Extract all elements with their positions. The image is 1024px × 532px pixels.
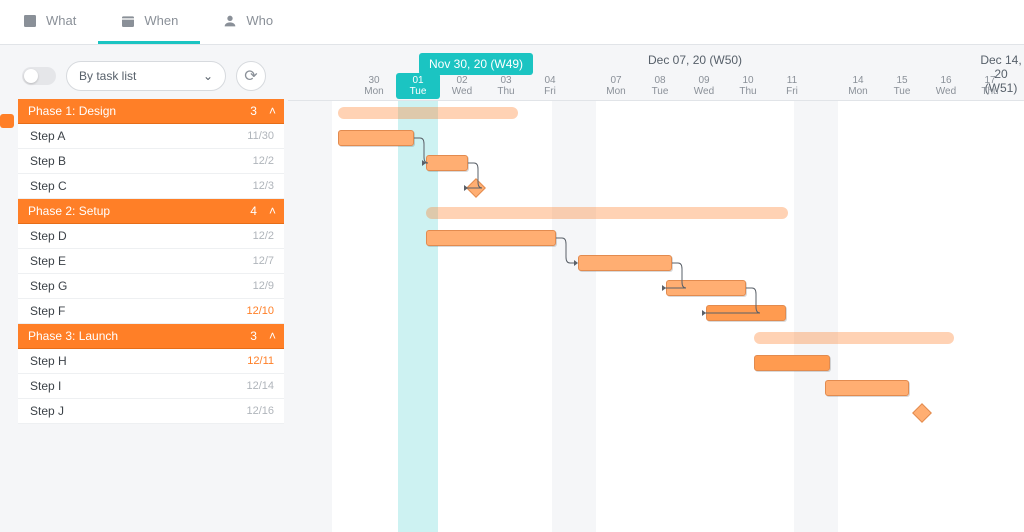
task-row[interactable]: Step G 12/9 bbox=[18, 274, 284, 299]
task-date: 11/30 bbox=[247, 130, 274, 142]
sidebar-toolbar: By task list ⌄ ⟳ bbox=[0, 45, 288, 99]
phase-name: Phase 1: Design bbox=[28, 104, 116, 118]
view-toggle[interactable] bbox=[22, 67, 56, 85]
task-name: Step F bbox=[30, 304, 65, 318]
day-label: 08Tue bbox=[638, 75, 682, 97]
task-date: 12/14 bbox=[246, 380, 274, 392]
task-row[interactable]: Step C 12/3 bbox=[18, 174, 284, 199]
phase-bar[interactable] bbox=[754, 332, 954, 344]
day-label: 30Mon bbox=[352, 75, 396, 97]
task-date: 12/10 bbox=[246, 305, 274, 317]
day-label: 10Thu bbox=[726, 75, 770, 97]
task-date: 12/11 bbox=[247, 355, 274, 367]
refresh-icon: ⟳ bbox=[244, 66, 257, 86]
tab-label: Who bbox=[246, 13, 273, 28]
view-tabs: What When Who bbox=[0, 0, 1024, 45]
day-label: 18Fri bbox=[1012, 75, 1024, 97]
task-bar[interactable] bbox=[706, 305, 786, 321]
phase-row[interactable]: Phase 3: Launch 3 ˄ bbox=[18, 324, 284, 349]
task-name: Step D bbox=[30, 229, 67, 243]
tab-what[interactable]: What bbox=[0, 0, 98, 44]
phase-count: 3 bbox=[250, 329, 257, 343]
day-label: 07Mon bbox=[594, 75, 638, 97]
phase-bar[interactable] bbox=[426, 207, 788, 219]
tab-who[interactable]: Who bbox=[200, 0, 295, 44]
task-bar[interactable] bbox=[754, 355, 830, 371]
task-name: Step J bbox=[30, 404, 64, 418]
task-name: Step G bbox=[30, 279, 67, 293]
task-date: 12/16 bbox=[246, 405, 274, 417]
task-bar[interactable] bbox=[825, 380, 909, 396]
task-bar[interactable] bbox=[426, 230, 556, 246]
task-name: Step I bbox=[30, 379, 61, 393]
phase-count: 4 bbox=[250, 204, 257, 218]
task-name: Step B bbox=[30, 154, 66, 168]
gantt-chart: Nov 30, 20 (W49)Dec 07, 20 (W50)Dec 14, … bbox=[288, 45, 1024, 532]
task-row[interactable]: Step H 12/11 bbox=[18, 349, 284, 374]
task-date: 12/7 bbox=[253, 255, 274, 267]
day-label: 11Fri bbox=[770, 75, 814, 97]
phase-name: Phase 3: Launch bbox=[28, 329, 118, 343]
chevron-up-icon: ˄ bbox=[269, 329, 276, 343]
task-name: Step H bbox=[30, 354, 67, 368]
week-label: Dec 07, 20 (W50) bbox=[648, 53, 742, 67]
day-label: 15Tue bbox=[880, 75, 924, 97]
task-row[interactable]: Step F 12/10 bbox=[18, 299, 284, 324]
refresh-button[interactable]: ⟳ bbox=[236, 61, 266, 91]
time-header: Nov 30, 20 (W49)Dec 07, 20 (W50)Dec 14, … bbox=[288, 45, 1024, 101]
day-label: 17Thu bbox=[968, 75, 1012, 97]
task-row[interactable]: Step J 12/16 bbox=[18, 399, 284, 424]
task-row[interactable]: Step D 12/2 bbox=[18, 224, 284, 249]
phase-count: 3 bbox=[250, 104, 257, 118]
day-label: 02Wed bbox=[440, 75, 484, 97]
task-list: Phase 1: Design 3 ˄ Step A 11/30 Step B … bbox=[0, 99, 288, 424]
task-date: 12/3 bbox=[253, 180, 274, 192]
day-label: 04Fri bbox=[528, 75, 572, 97]
tab-when[interactable]: When bbox=[98, 0, 200, 44]
task-name: Step A bbox=[30, 129, 65, 143]
task-date: 12/9 bbox=[253, 280, 274, 292]
chevron-down-icon: ⌄ bbox=[203, 69, 213, 83]
phase-row[interactable]: Phase 2: Setup 4 ˄ bbox=[18, 199, 284, 224]
calendar-icon bbox=[120, 13, 136, 29]
week-label: Nov 30, 20 (W49) bbox=[419, 53, 533, 75]
phase-bar[interactable] bbox=[338, 107, 518, 119]
chevron-up-icon: ˄ bbox=[269, 104, 276, 118]
task-name: Step C bbox=[30, 179, 67, 193]
milestone[interactable] bbox=[468, 180, 484, 196]
chevron-up-icon: ˄ bbox=[269, 204, 276, 218]
sidebar: By task list ⌄ ⟳ Phase 1: Design 3 ˄ Ste… bbox=[0, 45, 288, 532]
task-date: 12/2 bbox=[253, 155, 274, 167]
tab-label: When bbox=[144, 13, 178, 28]
task-row[interactable]: Step B 12/2 bbox=[18, 149, 284, 174]
person-icon bbox=[222, 13, 238, 29]
select-value: By task list bbox=[79, 69, 136, 83]
task-bar[interactable] bbox=[338, 130, 414, 146]
task-date: 12/2 bbox=[253, 230, 274, 242]
day-label: 09Wed bbox=[682, 75, 726, 97]
task-bar[interactable] bbox=[426, 155, 468, 171]
group-by-select[interactable]: By task list ⌄ bbox=[66, 61, 226, 91]
phase-name: Phase 2: Setup bbox=[28, 204, 110, 218]
reorder-handle-icon[interactable] bbox=[0, 114, 14, 128]
task-bar[interactable] bbox=[666, 280, 746, 296]
milestone[interactable] bbox=[914, 405, 930, 421]
task-row[interactable]: Step I 12/14 bbox=[18, 374, 284, 399]
task-bar[interactable] bbox=[578, 255, 672, 271]
tab-label: What bbox=[46, 13, 76, 28]
task-row[interactable]: Step A 11/30 bbox=[18, 124, 284, 149]
day-label: 16Wed bbox=[924, 75, 968, 97]
day-label: 14Mon bbox=[836, 75, 880, 97]
chart-body bbox=[288, 101, 1024, 532]
day-label: 03Thu bbox=[484, 75, 528, 97]
day-label: 01Tue bbox=[396, 73, 440, 99]
task-row[interactable]: Step E 12/7 bbox=[18, 249, 284, 274]
phase-row[interactable]: Phase 1: Design 3 ˄ bbox=[18, 99, 284, 124]
checklist-icon bbox=[22, 13, 38, 29]
task-name: Step E bbox=[30, 254, 66, 268]
